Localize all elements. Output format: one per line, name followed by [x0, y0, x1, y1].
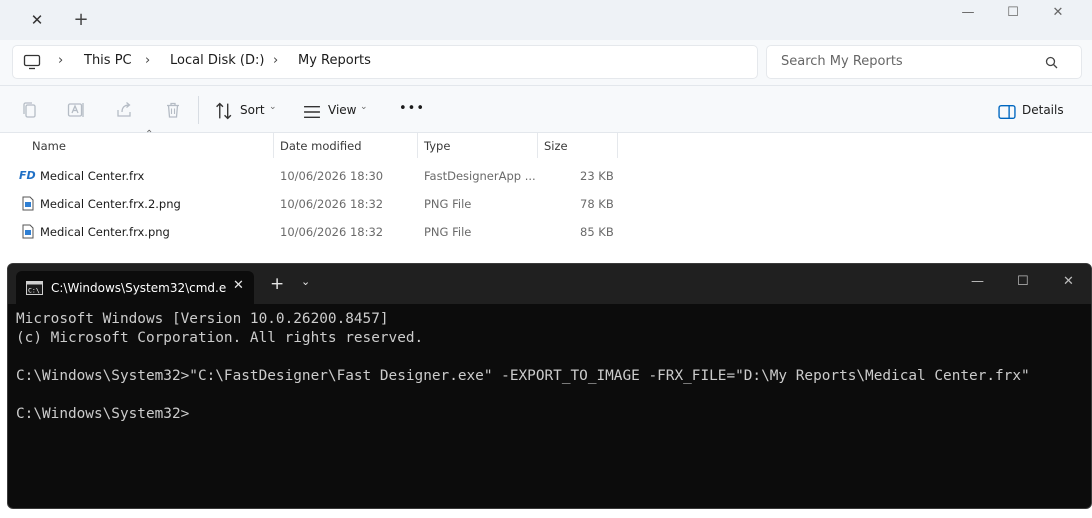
- details-button[interactable]: Details: [1022, 103, 1064, 117]
- breadcrumb-separator: ›: [273, 53, 279, 68]
- minimize-button[interactable]: —: [971, 274, 984, 289]
- file-name[interactable]: Medical Center.frx.2.png: [40, 197, 181, 211]
- console-line: C:\Windows\System32>"C:\FastDesigner\Fas…: [16, 368, 1030, 384]
- fd-app-icon: FD: [19, 169, 36, 182]
- console-line: Microsoft Windows [Version 10.0.26200.84…: [16, 311, 389, 327]
- console-prompt[interactable]: C:\Windows\System32>: [16, 405, 1086, 424]
- file-name[interactable]: Medical Center.frx.png: [40, 225, 170, 239]
- table-row[interactable]: Medical Center.frx.2.png 10/06/2026 18:3…: [0, 190, 1092, 218]
- command-bar: Sort ⌄ View ⌄ ••• Details: [0, 86, 1092, 133]
- file-date: 10/06/2026 18:30: [280, 169, 384, 183]
- close-tab-icon[interactable]: ✕: [233, 278, 244, 293]
- file-size: 85 KB: [580, 225, 614, 239]
- close-button[interactable]: ✕: [1035, 2, 1081, 24]
- file-type: PNG File: [424, 197, 472, 211]
- maximize-button[interactable]: ☐: [990, 2, 1036, 24]
- explorer-titlebar: ✕ + — ☐ ✕: [0, 0, 1092, 40]
- address-row: › This PC › Local Disk (D:) › My Reports…: [0, 40, 1092, 86]
- terminal-window: C:\ C:\Windows\System32\cmd.e ✕ + ⌄ — ☐ …: [7, 263, 1092, 509]
- file-type: PNG File: [424, 225, 472, 239]
- see-more-button[interactable]: •••: [399, 101, 425, 116]
- breadcrumb-this-pc[interactable]: This PC: [84, 53, 132, 68]
- breadcrumb-separator: ›: [58, 53, 64, 68]
- svg-text:C:\: C:\: [28, 287, 40, 295]
- file-name[interactable]: Medical Center.frx: [40, 169, 144, 183]
- console-output[interactable]: Microsoft Windows [Version 10.0.26200.84…: [16, 310, 1086, 424]
- rename-icon[interactable]: [67, 101, 85, 119]
- search-box[interactable]: Search My Reports: [766, 45, 1082, 79]
- column-date-modified[interactable]: Date modified: [280, 139, 362, 153]
- file-size: 78 KB: [580, 197, 614, 211]
- chevron-down-icon[interactable]: ⌄: [360, 102, 368, 112]
- breadcrumb-separator: ›: [145, 53, 151, 68]
- file-type: FastDesignerApp ...: [424, 169, 536, 183]
- column-divider[interactable]: [273, 133, 274, 158]
- view-button[interactable]: View: [328, 103, 356, 117]
- sort-button[interactable]: Sort: [240, 103, 265, 117]
- details-pane-icon[interactable]: [998, 103, 1016, 121]
- column-size[interactable]: Size: [544, 139, 568, 153]
- column-divider[interactable]: [537, 133, 538, 158]
- new-tab-button[interactable]: +: [71, 10, 91, 30]
- column-name[interactable]: Name: [32, 139, 66, 153]
- png-file-icon: [22, 196, 34, 211]
- terminal-tab[interactable]: C:\ C:\Windows\System32\cmd.e ✕: [16, 271, 254, 304]
- copy-icon[interactable]: [21, 101, 39, 119]
- delete-icon[interactable]: [164, 101, 182, 119]
- column-type[interactable]: Type: [424, 139, 450, 153]
- view-icon[interactable]: [303, 103, 321, 121]
- chevron-down-icon[interactable]: ⌄: [301, 275, 310, 288]
- sort-icon[interactable]: [215, 102, 233, 120]
- close-button[interactable]: ✕: [1063, 274, 1074, 289]
- file-size: 23 KB: [580, 169, 614, 183]
- sort-ascending-icon: ⌃: [145, 129, 154, 140]
- search-icon[interactable]: [1045, 56, 1058, 69]
- minimize-button[interactable]: —: [945, 2, 991, 24]
- share-icon[interactable]: [116, 101, 134, 119]
- png-file-icon: [22, 224, 34, 239]
- terminal-titlebar: C:\ C:\Windows\System32\cmd.e ✕ + ⌄ — ☐ …: [8, 264, 1091, 304]
- file-date: 10/06/2026 18:32: [280, 197, 384, 211]
- column-header-row: ⌃ Name Date modified Type Size: [0, 129, 1092, 158]
- computer-icon[interactable]: [23, 54, 41, 70]
- table-row[interactable]: Medical Center.frx.png 10/06/2026 18:32 …: [0, 218, 1092, 246]
- file-date: 10/06/2026 18:32: [280, 225, 384, 239]
- toolbar-divider: [198, 96, 199, 124]
- breadcrumb[interactable]: › This PC › Local Disk (D:) › My Reports: [12, 45, 758, 79]
- maximize-button[interactable]: ☐: [1017, 274, 1029, 289]
- search-input[interactable]: Search My Reports: [781, 54, 903, 69]
- chevron-down-icon[interactable]: ⌄: [269, 102, 277, 112]
- console-line: (c) Microsoft Corporation. All rights re…: [16, 330, 424, 346]
- new-tab-button[interactable]: +: [270, 275, 284, 293]
- column-divider[interactable]: [417, 133, 418, 158]
- breadcrumb-local-disk[interactable]: Local Disk (D:): [170, 53, 264, 68]
- terminal-tab-title: C:\Windows\System32\cmd.e: [51, 281, 227, 295]
- table-row[interactable]: FD Medical Center.frx 10/06/2026 18:30 F…: [0, 162, 1092, 190]
- cmd-icon: C:\: [26, 281, 43, 295]
- column-divider[interactable]: [617, 133, 618, 158]
- tab-close-icon[interactable]: ✕: [28, 11, 46, 29]
- breadcrumb-my-reports[interactable]: My Reports: [298, 53, 371, 68]
